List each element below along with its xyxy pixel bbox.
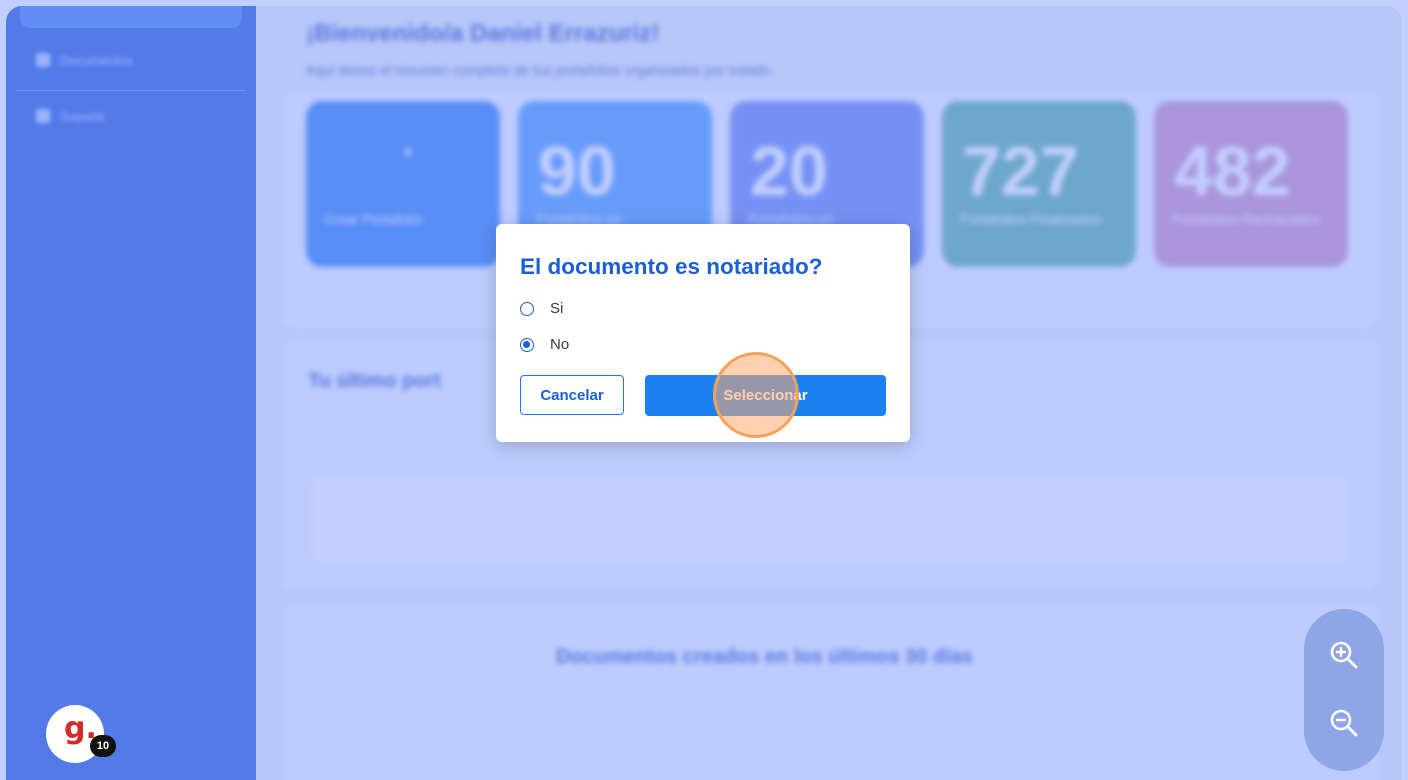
zoom-in-icon: [1330, 641, 1358, 669]
notarized-dialog: El documento es notariado? Si No Cancela…: [496, 224, 910, 442]
option-no[interactable]: No: [520, 336, 569, 353]
radio-no[interactable]: [520, 337, 534, 352]
cancel-button[interactable]: Cancelar: [520, 375, 624, 415]
notification-count-badge: 10: [90, 735, 116, 757]
radio-si[interactable]: [520, 301, 534, 316]
zoom-out-icon: [1330, 709, 1358, 737]
option-label: No: [550, 336, 570, 353]
select-button[interactable]: Seleccionar: [645, 375, 886, 416]
zoom-out-button[interactable]: [1328, 707, 1360, 739]
zoom-in-button[interactable]: [1328, 639, 1360, 671]
zoom-controls: [1304, 609, 1384, 771]
option-label: Si: [550, 300, 564, 317]
option-si[interactable]: Si: [520, 300, 563, 317]
dialog-title: El documento es notariado?: [520, 254, 823, 279]
